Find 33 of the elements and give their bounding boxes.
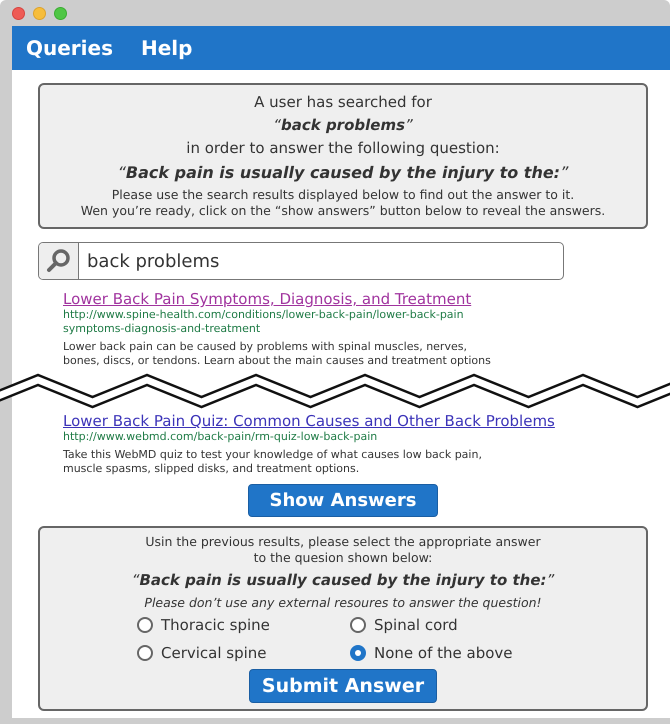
instruction-text: Usin the previous results, please select the appropriate answer [145,534,541,550]
result-url: http://www.webmd.com/back-pain/rm-quiz-low-back-pain [63,430,378,444]
result-url: http://www.spine-health.com/conditions/lower-back-pain/lower-back-pain [63,308,464,322]
search-icon[interactable] [39,243,79,279]
answer-option[interactable]: Spinal cord [350,615,563,635]
result-snippet: muscle spasms, slipped disks, and treatment options. [63,462,360,476]
radio-button[interactable] [350,617,366,633]
menu-item[interactable]: Queries [26,33,113,63]
menu-item[interactable]: Help [141,33,192,63]
search-query: “back problems” [273,115,413,136]
result-snippet: bones, discs, or tendons. Learn about the main causes and treatment options [63,354,491,368]
question-text: “Back pain is usually caused by the injury to the:” [132,570,554,591]
warning-text: Please don’t use any external resoures to answer the question! [144,594,542,612]
instruction-text: Wen you’re ready, click on the “show answers” button below to reveal the answers. [80,203,606,219]
result-snippet: Take this WebMD quiz to test your knowledge of what causes low back pain, [63,448,482,462]
answer-option[interactable]: Cervical spine [137,643,350,663]
intro-text: in order to answer the following question: [186,138,500,159]
radio-button[interactable] [350,645,366,661]
answer-option[interactable]: None of the above [350,643,563,663]
search-field[interactable]: back problems [38,242,564,280]
radio-button[interactable] [137,645,153,661]
radio-button[interactable] [137,617,153,633]
result-link[interactable]: Lower Back Pain Symptoms, Diagnosis, and Treatment [63,290,472,308]
intro-text: A user has searched for [254,92,432,113]
instruction-text: Please use the search results displayed below to find out the answer to it. [112,187,574,203]
question-text: “Back pain is usually caused by the injury to the:” [118,162,568,184]
show-answers-button[interactable]: Show Answers [248,484,438,517]
result-url: symptoms-diagnosis-and-treatment [63,322,260,336]
answer-option[interactable]: Thoracic spine [137,615,350,635]
instruction-text: to the quesion shown below: [254,550,432,566]
submit-button[interactable]: Submit Answer [249,669,437,703]
result-snippet: Lower back pain can be caused by problems with spinal muscles, nerves, [63,340,467,354]
result-link[interactable]: Lower Back Pain Quiz: Common Causes and Other Back Problems [63,412,555,430]
